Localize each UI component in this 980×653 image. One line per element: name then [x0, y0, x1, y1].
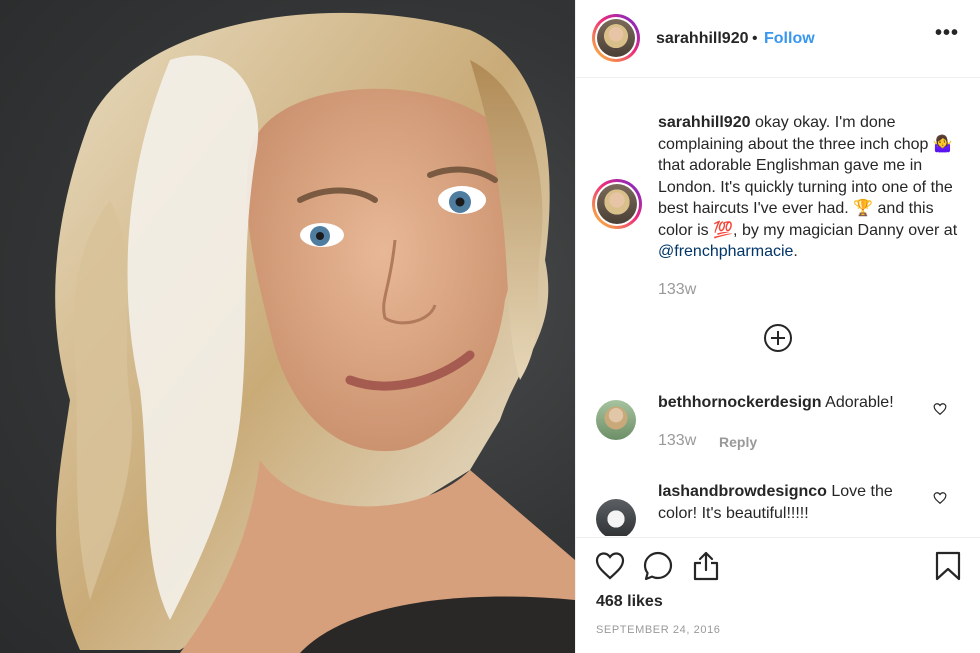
- commenter-avatar[interactable]: [596, 499, 636, 536]
- post-actions: 468 likes September 24, 2016: [576, 537, 980, 653]
- comment-heart-icon[interactable]: [933, 491, 947, 505]
- comment-text: bethhornockerdesign Adorable!: [658, 392, 928, 414]
- caption-username[interactable]: sarahhill920: [658, 114, 751, 131]
- author-username[interactable]: sarahhill920: [656, 30, 749, 48]
- bookmark-save-icon[interactable]: [932, 550, 964, 582]
- header-separator: •: [752, 30, 758, 47]
- like-heart-icon[interactable]: [594, 550, 626, 582]
- load-more-comments-icon[interactable]: [764, 324, 792, 352]
- follow-button[interactable]: Follow: [764, 30, 815, 48]
- commenter-avatar[interactable]: [596, 400, 636, 440]
- author-avatar[interactable]: [592, 14, 640, 62]
- comment-username[interactable]: bethhornockerdesign: [658, 394, 822, 411]
- comment-timestamp[interactable]: 133w: [658, 432, 696, 450]
- comment-bubble-icon[interactable]: [642, 550, 674, 582]
- portrait-illustration: [55, 12, 575, 653]
- caption-end: .: [793, 243, 798, 260]
- caption-avatar[interactable]: [592, 179, 642, 229]
- post-header: sarahhill920 • Follow •••: [576, 0, 980, 78]
- comment-heart-icon[interactable]: [933, 402, 947, 416]
- caption-mention-link[interactable]: @frenchpharmacie: [658, 243, 793, 260]
- caption-timestamp[interactable]: 133w: [658, 281, 696, 299]
- caption-body: okay okay. I'm done complaining about th…: [658, 114, 958, 239]
- likes-count[interactable]: 468 likes: [596, 593, 663, 611]
- post-photo[interactable]: [0, 0, 575, 653]
- post-date[interactable]: September 24, 2016: [596, 624, 721, 636]
- comment-body: Adorable!: [825, 394, 894, 411]
- comment-username[interactable]: lashandbrowdesignco: [658, 483, 827, 500]
- comments-section[interactable]: sarahhill920 okay okay. I'm done complai…: [576, 79, 980, 536]
- post-sidebar: sarahhill920 • Follow ••• sarahhill920 o…: [575, 0, 980, 653]
- comment-text: lashandbrowdesignco Love the color! It's…: [658, 481, 928, 525]
- share-icon[interactable]: [690, 550, 722, 582]
- caption-text: sarahhill920 okay okay. I'm done complai…: [658, 112, 958, 263]
- reply-button[interactable]: Reply: [719, 434, 757, 450]
- more-options-icon[interactable]: •••: [935, 22, 959, 45]
